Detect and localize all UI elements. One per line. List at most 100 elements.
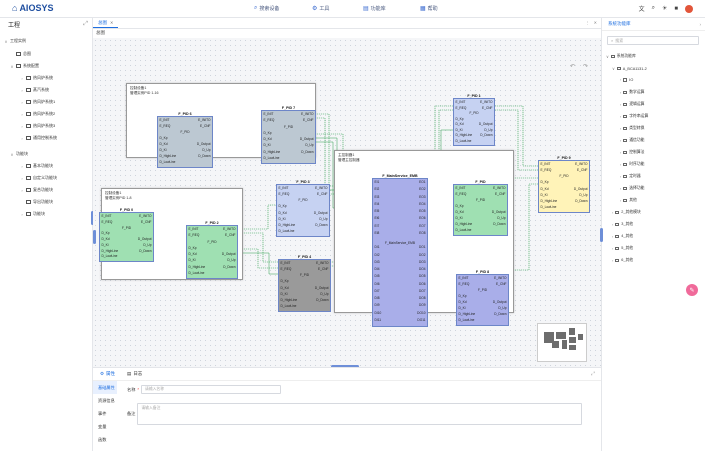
- input-port[interactable]: DI10: [375, 311, 382, 315]
- output-port[interactable]: DO7: [419, 289, 426, 293]
- minimap[interactable]: [537, 323, 587, 362]
- input-port[interactable]: E_REQ: [459, 282, 470, 286]
- input-port[interactable]: EI4: [375, 202, 380, 206]
- output-port[interactable]: D_Up: [319, 217, 327, 221]
- input-port[interactable]: D_LowLine: [160, 160, 176, 164]
- library-item[interactable]: › 类型转换: [620, 126, 644, 131]
- nav-library[interactable]: ▤ 功能库: [363, 5, 386, 12]
- input-port[interactable]: D_Kp: [281, 280, 289, 283]
- library-item[interactable]: › 控制算法: [620, 150, 644, 155]
- input-port[interactable]: D_Kp: [279, 205, 287, 208]
- name-input[interactable]: 请输入名称: [141, 385, 282, 394]
- output-port[interactable]: DO8: [419, 296, 426, 300]
- output-port[interactable]: D_Output: [222, 252, 236, 256]
- tree-item[interactable]: 总图: [16, 51, 31, 57]
- input-port[interactable]: E_REQ: [160, 124, 171, 128]
- tree-item[interactable]: › 热风炉系统3: [20, 123, 55, 129]
- output-port[interactable]: D_Up: [497, 216, 505, 220]
- input-port[interactable]: D_LowLine: [456, 228, 472, 232]
- tree-item[interactable]: › 通用控制系统: [20, 135, 57, 141]
- output-port[interactable]: EO2: [419, 188, 425, 191]
- block-fpid-4[interactable]: F_PID 4 E_INIT E_INITO E_REQ E_CNF D_Kp D_Kd D_…: [278, 255, 331, 312]
- input-port[interactable]: E_REQ: [102, 220, 113, 224]
- input-port[interactable]: D_Kp: [102, 232, 110, 235]
- output-port[interactable]: D_Output: [479, 122, 493, 126]
- output-port[interactable]: DO6: [419, 282, 426, 286]
- output-port[interactable]: E_INITO: [301, 112, 313, 116]
- input-port[interactable]: D_Ki: [189, 259, 196, 262]
- input-port[interactable]: D_HighLine: [264, 150, 281, 154]
- library-item[interactable]: › 5_其他: [612, 246, 633, 251]
- avatar[interactable]: [685, 4, 693, 13]
- prop-nav-item[interactable]: 事件: [93, 407, 117, 420]
- input-port[interactable]: DI1: [375, 246, 380, 249]
- input-port[interactable]: D_Kd: [541, 187, 549, 191]
- input-port[interactable]: D_LowLine: [189, 271, 205, 275]
- close-icon[interactable]: ✕: [110, 20, 113, 25]
- output-port[interactable]: DO4: [419, 267, 426, 271]
- input-port[interactable]: D_HighLine: [281, 298, 298, 302]
- input-port[interactable]: D_Kd: [456, 122, 464, 126]
- output-port[interactable]: D_Output: [314, 211, 328, 215]
- output-port[interactable]: D_Output: [493, 300, 507, 304]
- output-port[interactable]: E_INITO: [223, 227, 235, 231]
- input-port[interactable]: E_INIT: [264, 112, 274, 116]
- output-port[interactable]: E_CNF: [318, 267, 328, 271]
- input-port[interactable]: D_Kd: [281, 286, 289, 290]
- input-port[interactable]: D_LowLine: [264, 156, 280, 160]
- notification-icon[interactable]: ■: [674, 6, 678, 12]
- diagram-canvas[interactable]: ↶ ↷ 控制设备1 管理实例PID 1-16 控制设备1 管理实例PID 1-8…: [93, 38, 601, 368]
- output-port[interactable]: D_Up: [498, 306, 506, 310]
- input-port[interactable]: D_HighLine: [160, 154, 177, 158]
- prop-nav-item[interactable]: 函数: [93, 433, 117, 446]
- input-port[interactable]: D_LowLine: [541, 205, 557, 209]
- nav-help[interactable]: ▦ 帮助: [420, 5, 438, 12]
- block-fpid-9[interactable]: F_PID 9 E_INIT E_INITO E_REQ E_CNF D_Kp D_Kd D_…: [538, 156, 590, 213]
- tree-item[interactable]: › 热风炉系统: [20, 75, 53, 81]
- output-port[interactable]: D_Down: [480, 133, 492, 137]
- input-port[interactable]: DI8: [375, 296, 380, 300]
- nav-tools[interactable]: ⚙ 工具: [312, 5, 329, 12]
- close-icon[interactable]: ✕: [594, 20, 597, 25]
- input-port[interactable]: EI1: [375, 180, 380, 184]
- input-port[interactable]: E_INIT: [456, 186, 466, 190]
- library-item[interactable]: › 时序功能: [620, 162, 644, 167]
- input-port[interactable]: DI5: [375, 275, 380, 278]
- output-port[interactable]: E_CNF: [496, 282, 506, 286]
- input-port[interactable]: E_INIT: [281, 261, 291, 265]
- output-port[interactable]: DO5: [419, 275, 426, 278]
- input-port[interactable]: DI3: [375, 260, 380, 264]
- output-port[interactable]: EO5: [419, 209, 425, 213]
- input-port[interactable]: DI11: [375, 318, 382, 322]
- tab-properties[interactable]: ⚙ 属性: [100, 371, 115, 377]
- tree-item[interactable]: ∨ 工程实例: [4, 38, 26, 44]
- input-port[interactable]: EI8: [375, 231, 380, 235]
- input-port[interactable]: D_LowLine: [279, 229, 295, 233]
- tree-item[interactable]: › 自定义功能块: [20, 175, 57, 181]
- tree-item[interactable]: › 基本功能块: [20, 163, 53, 169]
- block-fpid-6[interactable]: F_PID 6 E_INIT E_INITO E_REQ E_CNF D_Kp D_Kd D_…: [157, 112, 213, 168]
- output-port[interactable]: EO4: [419, 202, 425, 206]
- input-port[interactable]: D_HighLine: [456, 133, 473, 137]
- input-port[interactable]: D_HighLine: [279, 223, 296, 227]
- input-port[interactable]: D_HighLine: [102, 249, 119, 253]
- library-item[interactable]: ∨ 系统功能库: [606, 54, 636, 59]
- input-port[interactable]: E_REQ: [189, 234, 200, 237]
- input-port[interactable]: D_HighLine: [459, 312, 476, 316]
- output-port[interactable]: E_INITO: [139, 214, 151, 218]
- resize-handle[interactable]: [600, 228, 603, 242]
- input-port[interactable]: E_REQ: [456, 106, 467, 110]
- output-port[interactable]: E_INITO: [198, 118, 210, 122]
- output-port[interactable]: D_Output: [574, 187, 588, 191]
- block-fpid-7[interactable]: F_PID 7 E_INIT E_INITO E_REQ E_CNF D_Kp D_Kd D_…: [261, 106, 316, 164]
- input-port[interactable]: D_LowLine: [456, 139, 472, 143]
- output-port[interactable]: D_Down: [494, 312, 506, 316]
- output-port[interactable]: DO11: [417, 318, 425, 322]
- input-port[interactable]: D_Kd: [160, 142, 168, 146]
- input-port[interactable]: D_Kd: [264, 137, 272, 141]
- output-port[interactable]: E_INITO: [315, 186, 327, 190]
- output-port[interactable]: E_CNF: [317, 192, 327, 196]
- search-icon[interactable]: ⌕: [652, 5, 655, 12]
- output-port[interactable]: D_Down: [315, 223, 327, 227]
- input-port[interactable]: E_INIT: [459, 276, 469, 280]
